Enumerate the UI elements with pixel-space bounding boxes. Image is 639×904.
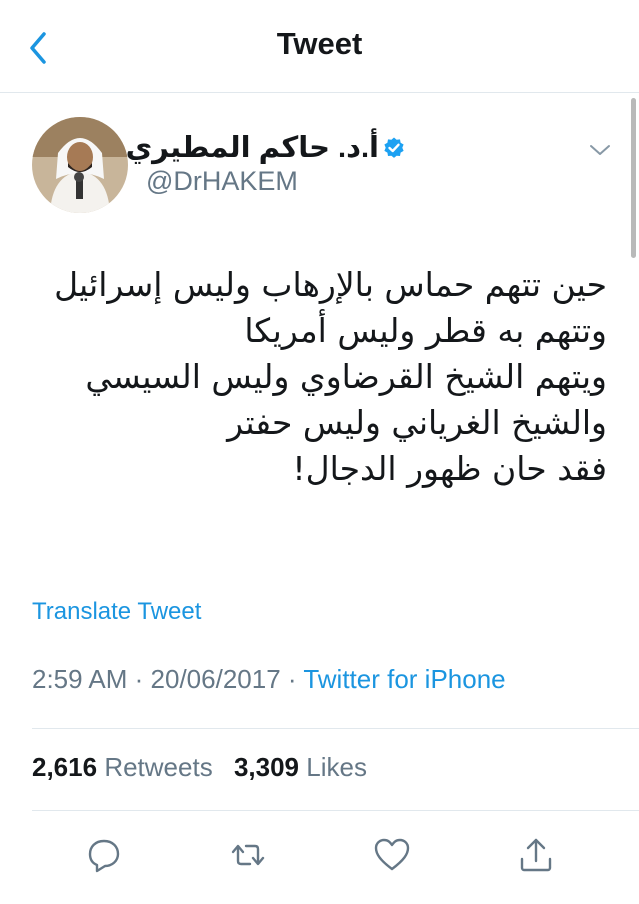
tweet-text: حين تتهم حماس بالإرهاب وليس إسرائيل وتته… xyxy=(17,262,607,492)
author-display-name[interactable]: أ.د. حاكم المطيري xyxy=(126,130,379,165)
page-title: Tweet xyxy=(276,26,363,61)
tweet-line: حين تتهم حماس بالإرهاب وليس إسرائيل xyxy=(54,265,607,304)
verified-badge-icon xyxy=(384,137,404,158)
tweet-line: والشيخ الغرياني وليس حفتر xyxy=(227,403,607,442)
separator-dot: · xyxy=(287,664,304,694)
tweet-date: 20/06/2017 xyxy=(150,664,281,694)
retweets-stat[interactable]: 2,616 Retweets xyxy=(32,752,213,782)
tweet-metadata: 2:59 AM · 20/06/2017 · Twitter for iPhon… xyxy=(32,664,506,695)
scrollbar[interactable] xyxy=(631,98,636,258)
share-icon[interactable] xyxy=(516,835,556,875)
divider xyxy=(32,810,639,811)
tweet-line: وتتهم به قطر وليس أمريكا xyxy=(244,311,607,350)
retweet-icon[interactable] xyxy=(228,835,268,875)
separator-dot: · xyxy=(134,664,151,694)
avatar[interactable] xyxy=(32,117,128,213)
chevron-down-icon[interactable] xyxy=(588,140,612,160)
tweet-stats: 2,616 Retweets 3,309 Likes xyxy=(32,752,367,783)
author-handle[interactable]: @DrHAKEM xyxy=(146,166,298,197)
likes-count: 3,309 xyxy=(233,752,300,782)
tweet-line: فقد حان ظهور الدجال! xyxy=(292,449,607,488)
retweets-count: 2,616 xyxy=(32,752,98,782)
like-icon[interactable] xyxy=(372,835,412,875)
retweets-label: Retweets xyxy=(104,752,213,782)
likes-label: Likes xyxy=(306,752,367,782)
tweet-time: 2:59 AM xyxy=(32,664,128,694)
navigation-bar: Tweet xyxy=(0,0,639,93)
tweet-line: ويتهم الشيخ القرضاوي وليس السيسي xyxy=(85,357,607,396)
likes-stat[interactable]: 3,309 Likes xyxy=(234,752,367,782)
reply-icon[interactable] xyxy=(84,835,124,875)
divider xyxy=(32,728,639,729)
translate-tweet-link[interactable]: Translate Tweet xyxy=(32,598,201,626)
tweet-source-link[interactable]: Twitter for iPhone xyxy=(303,664,505,694)
